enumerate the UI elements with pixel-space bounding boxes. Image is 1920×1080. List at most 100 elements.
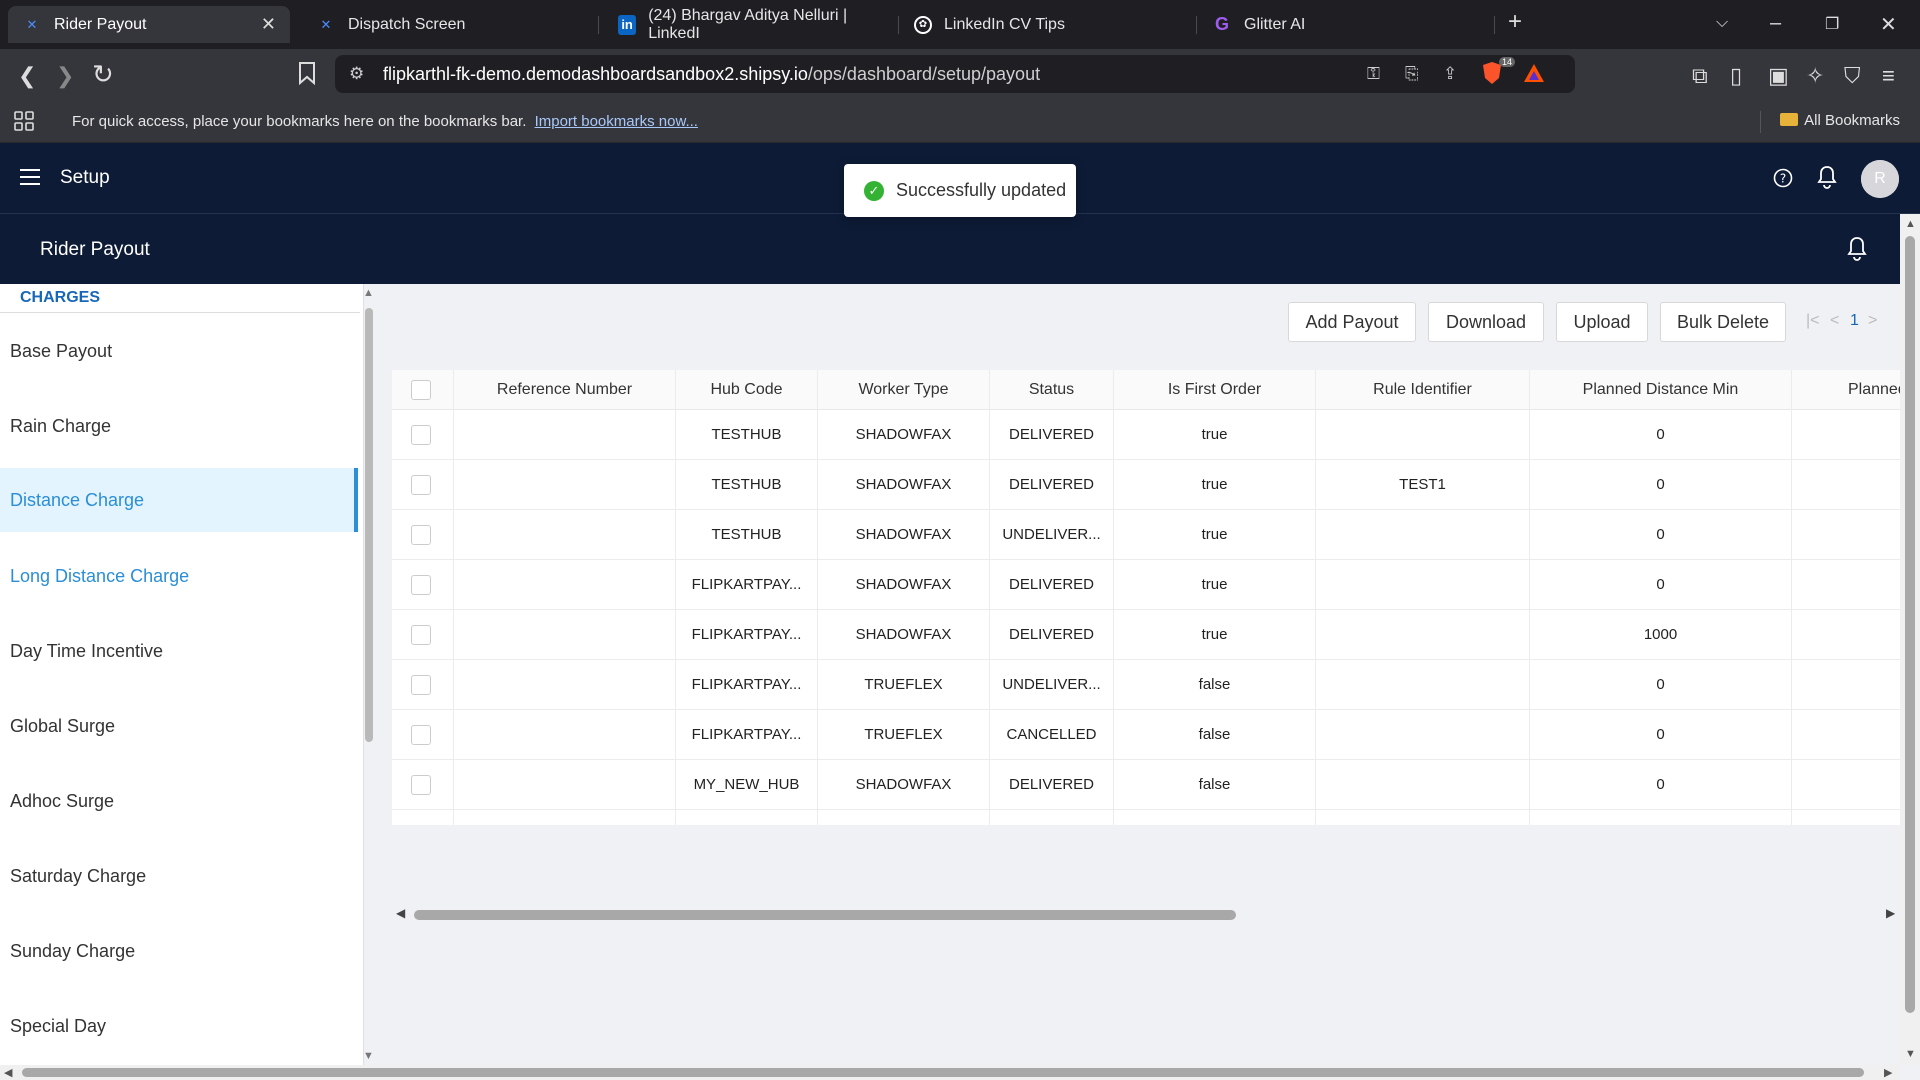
page-horizontal-scrollbar[interactable]: ◀ ▶ [0, 1065, 1900, 1080]
scroll-left-arrow-icon[interactable]: ◀ [4, 1066, 12, 1079]
upload-button[interactable]: Upload [1556, 302, 1648, 342]
sidebar-item-adhoc-surge[interactable]: Adhoc Surge [0, 769, 358, 833]
forward-icon[interactable]: ❯ [56, 63, 74, 89]
cell-worker-type: SHADOWFAX [818, 510, 990, 560]
sidebar-item-special-day[interactable]: Special Day [0, 994, 358, 1058]
scroll-down-arrow-icon[interactable]: ▼ [363, 1050, 374, 1062]
table-row[interactable]: MY_NEW_HUB SHADOWFAX DELIVERED false 0 [392, 760, 1900, 810]
scroll-right-arrow-icon[interactable]: ▶ [1886, 906, 1895, 920]
sidebar-item-long-distance-charge[interactable]: Long Distance Charge [0, 544, 358, 608]
col-planned-truncated[interactable]: Planned [1792, 370, 1900, 410]
new-tab-plus-icon[interactable]: + [1508, 8, 1522, 36]
hamburger-menu-icon[interactable] [20, 169, 40, 185]
user-avatar[interactable]: R [1861, 160, 1899, 198]
row-checkbox[interactable] [411, 475, 431, 495]
download-button[interactable]: Download [1428, 302, 1544, 342]
tab-linkedin-cv-tips[interactable]: ✿ LinkedIn CV Tips [900, 6, 1190, 43]
table-row[interactable]: TESTHUB SHADOWFAX DELIVERED true TEST1 0 [392, 460, 1900, 510]
tab-dispatch-screen[interactable]: ✕ Dispatch Screen [302, 6, 592, 43]
row-checkbox[interactable] [411, 775, 431, 795]
select-all-checkbox[interactable] [411, 380, 431, 400]
row-checkbox[interactable] [411, 425, 431, 445]
page-vertical-scrollbar[interactable]: ▲ ▼ [1900, 214, 1920, 1065]
install-app-icon[interactable]: ⎘ [1405, 64, 1419, 84]
cell-status: DELIVERED [990, 760, 1114, 810]
first-page-icon[interactable]: |< [1806, 312, 1820, 330]
row-select-cell [392, 710, 454, 760]
page-hscroll-thumb[interactable] [22, 1068, 1864, 1077]
close-tab-icon[interactable]: ✕ [261, 14, 276, 35]
page-scroll-thumb[interactable] [1905, 236, 1915, 1013]
col-is-first-order[interactable]: Is First Order [1114, 370, 1316, 410]
scroll-right-arrow-icon[interactable]: ▶ [1884, 1066, 1892, 1079]
table-row[interactable]: TESTHUB SHADOWFAX DELIVERED true 0 [392, 410, 1900, 460]
sidebar-item-sunday-charge[interactable]: Sunday Charge [0, 919, 358, 983]
vpn-icon[interactable]: ⛉ [1844, 63, 1861, 89]
current-page[interactable]: 1 [1850, 312, 1859, 330]
table-row[interactable]: TESTHUB SHADOWFAX UNDELIVER... true 0 [392, 510, 1900, 560]
row-checkbox[interactable] [411, 525, 431, 545]
col-worker-type[interactable]: Worker Type [818, 370, 990, 410]
sidebar-scrollbar[interactable]: ▲ ▼ [362, 284, 376, 1065]
sidebar-item-distance-charge[interactable]: Distance Charge [0, 468, 358, 532]
add-payout-button[interactable]: Add Payout [1288, 302, 1416, 342]
table-row[interactable]: FLIPKARTPAY... SHADOWFAX DELIVERED true 1000 [392, 610, 1900, 660]
tab-rider-payout[interactable]: ✕ Rider Payout ✕ [8, 6, 290, 43]
table-row[interactable]: FLIPKARTPAY... TRUEFLEX CANCELLED false 0 [392, 710, 1900, 760]
tab-glitter-ai[interactable]: G Glitter AI [1198, 6, 1488, 43]
tab-search-chevron-icon[interactable]: ⌵ [1716, 14, 1728, 32]
help-icon[interactable]: ? [1773, 168, 1793, 193]
col-reference-number[interactable]: Reference Number [454, 370, 676, 410]
back-icon[interactable]: ❮ [18, 63, 36, 89]
next-page-icon[interactable]: > [1868, 312, 1877, 330]
all-bookmarks-button[interactable]: All Bookmarks [1780, 112, 1900, 129]
table-scroll-thumb[interactable] [414, 910, 1236, 920]
row-checkbox[interactable] [411, 625, 431, 645]
sidebar-scroll-thumb[interactable] [365, 308, 373, 742]
import-bookmarks-link[interactable]: Import bookmarks now... [535, 113, 698, 130]
table-horizontal-scrollbar[interactable]: ◀ ▶ [392, 906, 1900, 922]
table-row[interactable]: FLIPKARTPAY... TRUEFLEX UNDELIVER... false 0 [392, 660, 1900, 710]
sidebar-item-saturday-charge[interactable]: Saturday Charge [0, 844, 358, 908]
brave-rewards-icon[interactable] [1523, 63, 1545, 88]
share-icon[interactable]: ⇪ [1443, 64, 1457, 84]
tab-linkedin-profile[interactable]: in (24) Bhargav Aditya Nelluri | LinkedI [604, 6, 894, 43]
menu-icon[interactable]: ≡ [1882, 63, 1895, 89]
cell-reference-number [454, 760, 676, 810]
table-row[interactable]: MY_NEW_HUBTRUEFLEXDELIVEREDtrue 0 [392, 810, 1900, 825]
restore-icon[interactable]: ❐ [1825, 14, 1839, 34]
sidebar-item-global-surge[interactable]: Global Surge [0, 694, 358, 758]
col-planned-distance-min[interactable]: Planned Distance Min [1530, 370, 1792, 410]
sidebar-item-day-time-incentive[interactable]: Day Time Incentive [0, 619, 358, 683]
scroll-up-arrow-icon[interactable]: ▲ [1905, 218, 1916, 230]
password-key-icon[interactable]: ⚿ [1367, 64, 1380, 84]
apps-grid-icon[interactable] [14, 111, 34, 136]
table-row[interactable]: FLIPKARTPAY... SHADOWFAX DELIVERED true 0 [392, 560, 1900, 610]
col-hub-code[interactable]: Hub Code [676, 370, 818, 410]
page-bell-icon[interactable] [1846, 236, 1868, 267]
leo-ai-icon[interactable]: ✧ [1806, 63, 1824, 89]
extensions-icon[interactable]: ⧉ [1692, 63, 1708, 89]
scroll-down-arrow-icon[interactable]: ▼ [1905, 1048, 1916, 1060]
site-settings-icon[interactable]: ⚙ [349, 64, 364, 84]
bookmark-icon[interactable] [298, 61, 316, 91]
reload-icon[interactable]: ↻ [92, 59, 114, 90]
minimize-icon[interactable]: – [1770, 12, 1781, 35]
prev-page-icon[interactable]: < [1830, 312, 1839, 330]
bulk-delete-button[interactable]: Bulk Delete [1660, 302, 1786, 342]
sidebar-item-rain-charge[interactable]: Rain Charge [0, 394, 358, 458]
sidebar-item-base-payout[interactable]: Base Payout [0, 319, 358, 383]
url-text: flipkarthl-fk-demo.demodashboardsandbox2… [383, 64, 1041, 84]
row-checkbox[interactable] [411, 675, 431, 695]
url-field[interactable]: ⚙ flipkarthl-fk-demo.demodashboardsandbo… [335, 55, 1575, 93]
wallet-icon[interactable]: ▣ [1768, 63, 1789, 89]
close-window-icon[interactable]: ✕ [1880, 12, 1897, 37]
scroll-up-arrow-icon[interactable]: ▲ [363, 287, 374, 299]
scroll-left-arrow-icon[interactable]: ◀ [396, 906, 405, 920]
notifications-bell-icon[interactable] [1816, 165, 1838, 194]
sidebar-toggle-icon[interactable]: ▯ [1730, 63, 1742, 89]
col-status[interactable]: Status [990, 370, 1114, 410]
row-checkbox[interactable] [411, 575, 431, 595]
col-rule-identifier[interactable]: Rule Identifier [1316, 370, 1530, 410]
row-checkbox[interactable] [411, 725, 431, 745]
